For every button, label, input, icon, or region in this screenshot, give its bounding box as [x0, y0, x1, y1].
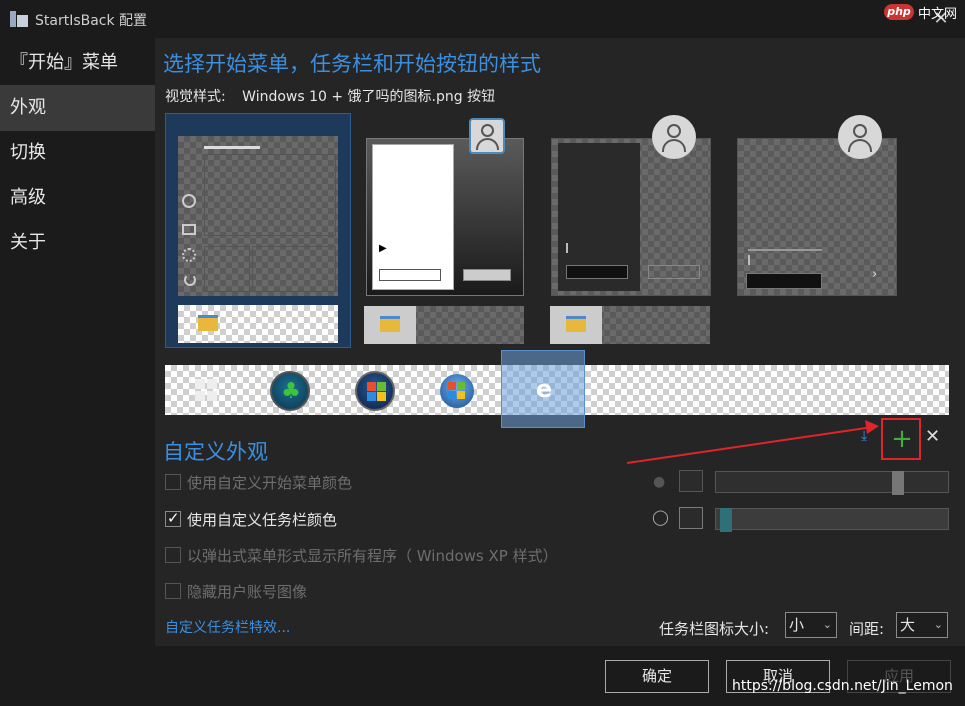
sidebar-item-about[interactable]: 关于	[0, 220, 155, 266]
watermark-site: 中文网	[918, 7, 958, 22]
clover-orb-icon[interactable]: ♣	[270, 371, 310, 411]
slider-thumb[interactable]	[720, 508, 732, 532]
taskbar-preview-2	[364, 306, 524, 344]
windows-orb-icon[interactable]	[440, 374, 474, 408]
icon-size-label: 任务栏图标大小:	[659, 620, 770, 638]
start-menu-opacity-slider[interactable]	[715, 471, 949, 495]
page-title: 选择开始菜单，任务栏和开始按钮的样式	[163, 52, 541, 76]
option-label: 使用自定义任务栏颜色	[187, 511, 338, 529]
edge-logo-button[interactable]: e	[501, 350, 585, 428]
watermark-badge: php	[884, 4, 914, 20]
window-title: StartIsBack 配置	[35, 13, 148, 29]
add-button[interactable]: +	[881, 418, 921, 460]
sidebar-item-switch[interactable]: 切换	[0, 130, 155, 176]
checkbox-checked[interactable]	[165, 509, 181, 527]
watermark-logo: php 中文网	[884, 2, 964, 22]
annotation-arrow	[626, 420, 879, 464]
option-label: 使用自定义开始菜单颜色	[187, 474, 353, 492]
chevron-down-icon: ⌄	[822, 618, 832, 631]
custom-appearance-heading: 自定义外观	[163, 440, 268, 464]
chevron-down-icon: ⌄	[933, 618, 943, 631]
drop-icon: ●	[653, 474, 666, 490]
slider-thumb[interactable]	[892, 471, 904, 495]
icon-size-select[interactable]: 小 ⌄	[785, 612, 837, 638]
user-avatar-icon	[652, 115, 696, 159]
ok-button[interactable]: 确定	[605, 660, 709, 693]
main-panel: 选择开始菜单，任务栏和开始按钮的样式 视觉样式: Windows 10 + 饿了…	[155, 38, 965, 646]
windows-logo-icon[interactable]	[195, 379, 217, 401]
sidebar-item-advanced[interactable]: 高级	[0, 175, 155, 221]
close-icon[interactable]: ✕	[925, 426, 943, 448]
visual-style-value: Windows 10 + 饿了吗的图标.png 按钮	[242, 89, 496, 105]
start-menu-preview	[178, 136, 338, 296]
icon-size-value: 小	[789, 616, 805, 634]
taskbar-opacity-slider[interactable]	[715, 508, 949, 532]
option-label: 隐藏用户账号图像	[187, 583, 308, 601]
sidebar-item-appearance[interactable]: 外观	[0, 85, 155, 131]
taskbar-preview	[178, 305, 338, 343]
start-menu-color-swatch[interactable]	[679, 470, 703, 492]
visual-style-label: 视觉样式:	[165, 89, 226, 105]
user-avatar-icon-2	[838, 115, 882, 159]
sidebar: 『开始』菜单 外观 切换 高级 关于	[0, 38, 155, 646]
checkbox[interactable]	[165, 547, 181, 563]
style-plain-gray[interactable]: ›	[737, 138, 897, 296]
user-picture-icon	[469, 118, 505, 154]
spacing-value: 大	[900, 616, 916, 634]
checkbox[interactable]	[165, 583, 181, 599]
water-drop-icon: ◯	[652, 508, 669, 526]
app-icon	[10, 11, 28, 27]
style-plain-dark[interactable]	[551, 138, 711, 296]
plus-icon: +	[891, 424, 913, 454]
url-watermark: https://blog.csdn.net/Jin_Lemon	[732, 678, 953, 694]
sidebar-item-start-menu[interactable]: 『开始』菜单	[0, 40, 155, 86]
taskbar-effects-link[interactable]: 自定义任务栏特效...	[165, 617, 290, 637]
taskbar-color-swatch[interactable]	[679, 507, 703, 529]
style-windows-10[interactable]	[165, 113, 351, 348]
checkbox[interactable]	[165, 474, 181, 490]
edge-logo-icon: e	[535, 375, 553, 403]
style-windows-7[interactable]: ▶	[366, 138, 524, 296]
title-bar: StartIsBack 配置 ✕	[0, 0, 965, 38]
start-button-strip: ♣ e	[165, 350, 949, 428]
footer: 确定 取消 应用 https://blog.csdn.net/Jin_Lemon	[0, 646, 965, 706]
spacing-select[interactable]: 大 ⌄	[896, 612, 948, 638]
option-label: 以弹出式菜单形式显示所有程序（ Windows XP 样式）	[187, 547, 558, 565]
windows-7-orb-icon[interactable]	[355, 371, 395, 411]
taskbar-preview-3	[550, 306, 710, 344]
visual-style-line: 视觉样式: Windows 10 + 饿了吗的图标.png 按钮	[165, 86, 507, 106]
spacing-label: 间距:	[849, 620, 885, 638]
